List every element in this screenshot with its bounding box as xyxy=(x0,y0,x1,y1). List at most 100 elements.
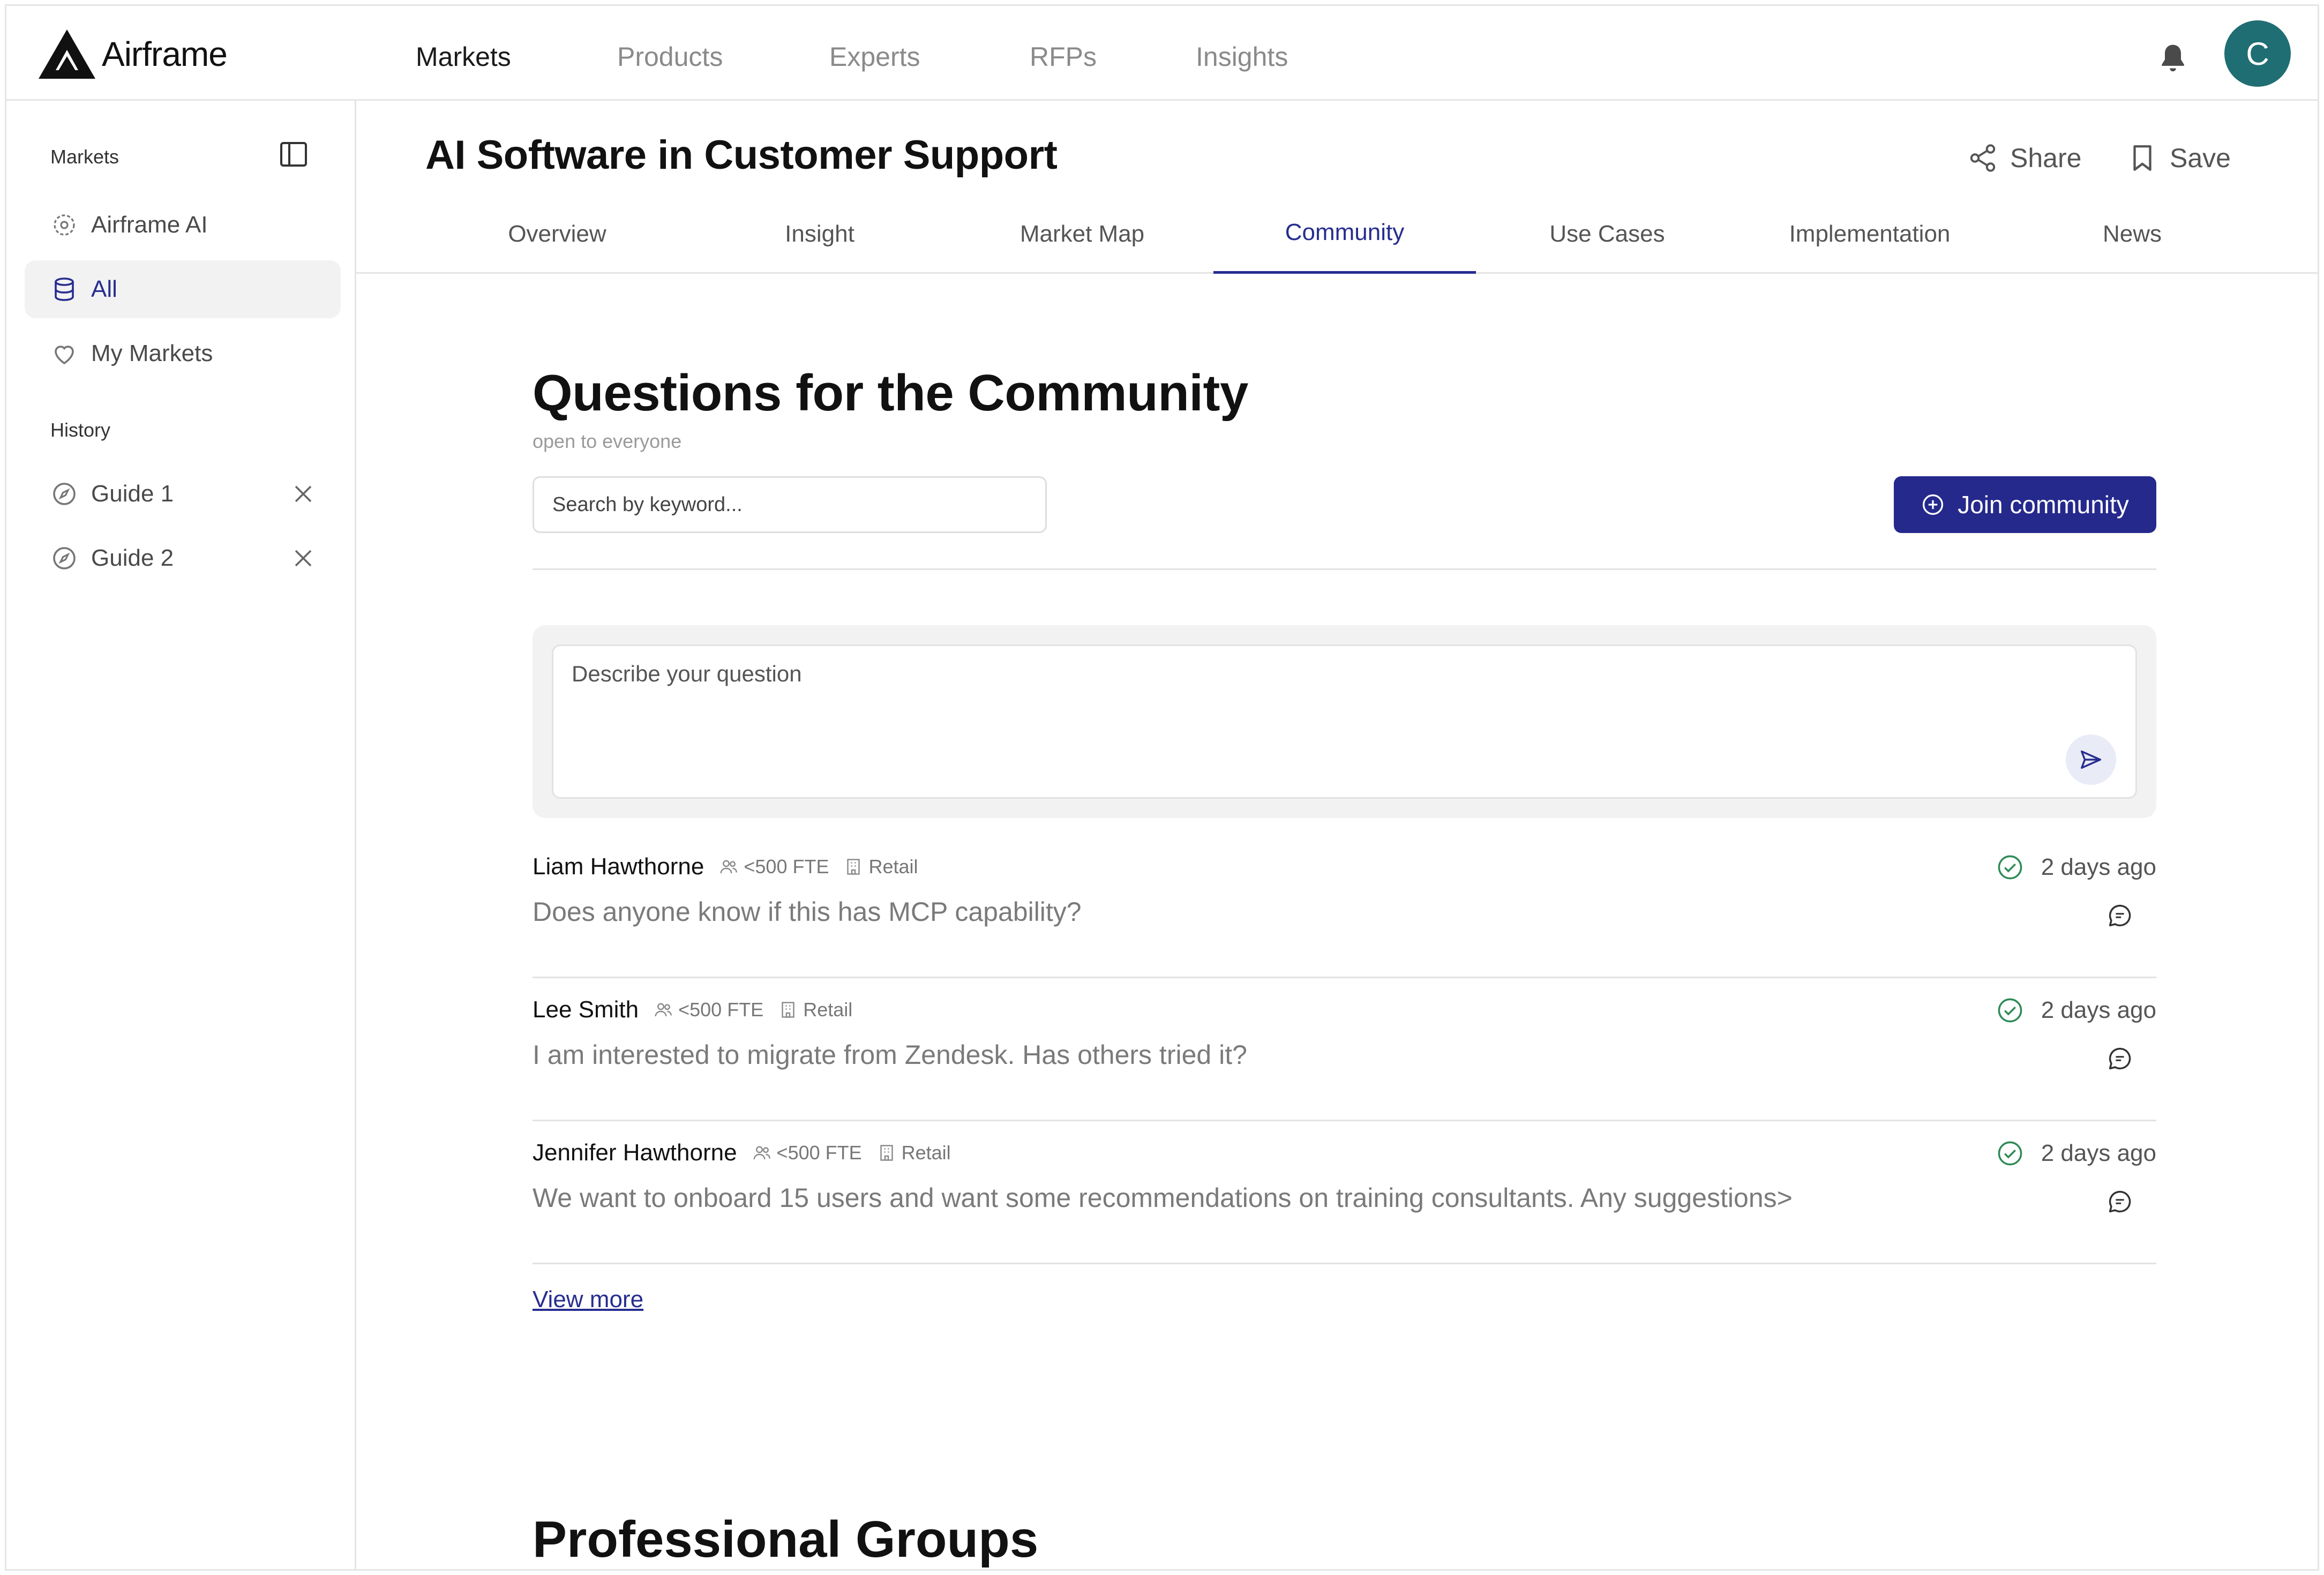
tab-bar: Overview Insight Market Map Community Us… xyxy=(356,199,2318,274)
question-status: 2 days ago xyxy=(1996,853,2156,881)
tab-implementation[interactable]: Implementation xyxy=(1738,199,2001,274)
question-text[interactable]: I am interested to migrate from Zendesk.… xyxy=(533,1039,1247,1070)
company-size-tag: <500 FTE xyxy=(654,999,763,1021)
nav-products[interactable]: Products xyxy=(617,41,723,72)
tab-market-map[interactable]: Market Map xyxy=(951,199,1213,274)
industry-tag: Retail xyxy=(877,1142,951,1164)
share-button[interactable]: Share xyxy=(1967,142,2081,174)
check-circle-icon xyxy=(1998,998,2022,1023)
users-icon xyxy=(720,860,738,874)
company-size-tag: <500 FTE xyxy=(719,856,829,878)
check-circle-icon xyxy=(1998,1141,2022,1166)
question-text[interactable]: Does anyone know if this has MCP capabil… xyxy=(533,896,1082,927)
nav-rfps[interactable]: RFPs xyxy=(1030,41,1097,72)
professional-groups-title: Professional Groups xyxy=(533,1511,1039,1568)
community-title: Questions for the Community xyxy=(533,364,1248,422)
question-row[interactable]: Jennifer Hawthorne <500 FTE Retail 2 day… xyxy=(533,1121,2156,1264)
save-label: Save xyxy=(2170,143,2231,173)
industry: Retail xyxy=(901,1142,951,1164)
nav-insights[interactable]: Insights xyxy=(1196,41,1288,72)
airframe-logo-icon xyxy=(39,29,95,79)
nav-markets[interactable]: Markets xyxy=(416,41,511,72)
question-time: 2 days ago xyxy=(2041,997,2156,1023)
comment-icon[interactable] xyxy=(2106,1045,2134,1072)
plus-circle-icon xyxy=(1923,494,1944,515)
question-row[interactable]: Lee Smith <500 FTE Retail 2 days ago I a… xyxy=(533,978,2156,1121)
industry-tag: Retail xyxy=(778,999,852,1021)
company-size: <500 FTE xyxy=(744,856,829,878)
industry: Retail xyxy=(868,856,918,878)
building-icon xyxy=(782,1002,794,1018)
question-time: 2 days ago xyxy=(2041,1140,2156,1166)
send-button[interactable] xyxy=(2066,734,2116,785)
sidebar-heading-history: History xyxy=(50,419,111,441)
brand-name: Airframe xyxy=(102,35,228,73)
question-meta: Lee Smith <500 FTE Retail xyxy=(533,996,852,1023)
app-window: Airframe Markets Products Experts RFPs I… xyxy=(5,4,2319,1571)
send-icon xyxy=(2081,750,2101,769)
close-icon[interactable] xyxy=(293,548,314,569)
company-size: <500 FTE xyxy=(776,1142,862,1164)
top-bar: Airframe Markets Products Experts RFPs I… xyxy=(6,6,2318,101)
bookmark-icon xyxy=(2133,145,2151,171)
question-status: 2 days ago xyxy=(1996,996,2156,1024)
database-icon xyxy=(55,278,74,301)
community-subtitle: open to everyone xyxy=(533,430,682,452)
view-more-link[interactable]: View more xyxy=(533,1286,643,1313)
sidebar-item-label: My Markets xyxy=(91,340,213,366)
company-size: <500 FTE xyxy=(678,999,764,1021)
sidebar-item-my-markets[interactable]: My Markets xyxy=(25,325,341,382)
share-label: Share xyxy=(2010,143,2082,173)
users-icon xyxy=(753,1146,770,1160)
history-item-label: Guide 2 xyxy=(91,545,174,571)
check-circle-icon xyxy=(1998,855,2022,880)
tab-insight[interactable]: Insight xyxy=(688,199,951,274)
page-title: AI Software in Customer Support xyxy=(425,132,1058,178)
user-avatar[interactable]: C xyxy=(2224,20,2291,87)
question-status: 2 days ago xyxy=(1996,1139,2156,1167)
tab-community[interactable]: Community xyxy=(1213,199,1476,274)
question-meta: Jennifer Hawthorne <500 FTE Retail xyxy=(533,1139,951,1166)
search-input[interactable] xyxy=(533,476,1047,533)
sparkle-circle-icon xyxy=(54,214,75,236)
question-author[interactable]: Lee Smith xyxy=(533,996,639,1023)
tab-news[interactable]: News xyxy=(2001,199,2263,274)
question-author[interactable]: Liam Hawthorne xyxy=(533,853,704,880)
question-row[interactable]: Liam Hawthorne <500 FTE Retail 2 days ag… xyxy=(533,835,2156,978)
compass-icon xyxy=(53,483,76,505)
section-divider xyxy=(533,568,2156,570)
sidebar-item-all[interactable]: All xyxy=(25,260,341,318)
heart-icon xyxy=(55,346,74,365)
bell-icon[interactable] xyxy=(2158,42,2188,74)
join-community-button[interactable]: Join community xyxy=(1894,476,2156,533)
tab-use-cases[interactable]: Use Cases xyxy=(1476,199,1738,274)
brand-logo[interactable]: Airframe xyxy=(38,27,228,81)
save-button[interactable]: Save xyxy=(2127,142,2231,174)
sidebar-item-airframe-ai[interactable]: Airframe AI xyxy=(25,196,341,254)
question-meta: Liam Hawthorne <500 FTE Retail xyxy=(533,853,918,880)
share-icon xyxy=(1970,144,1996,172)
sidebar-heading-markets: Markets xyxy=(50,146,119,168)
building-icon xyxy=(880,1145,893,1161)
history-item-guide-2[interactable]: Guide 2 xyxy=(25,529,341,587)
question-text[interactable]: We want to onboard 15 users and want som… xyxy=(533,1182,1793,1213)
history-item-guide-1[interactable]: Guide 1 xyxy=(25,465,341,523)
nav-experts[interactable]: Experts xyxy=(829,41,920,72)
question-textarea[interactable] xyxy=(552,644,2137,799)
sidebar: Markets Airframe AI All My Markets Histo… xyxy=(6,101,356,1569)
industry: Retail xyxy=(803,999,853,1021)
question-author[interactable]: Jennifer Hawthorne xyxy=(533,1139,737,1166)
tab-overview[interactable]: Overview xyxy=(426,199,688,274)
join-community-label: Join community xyxy=(1958,491,2129,519)
users-icon xyxy=(655,1003,672,1017)
sidebar-item-label: Airframe AI xyxy=(91,212,208,238)
compass-icon xyxy=(53,547,76,569)
industry-tag: Retail xyxy=(844,856,918,878)
close-icon[interactable] xyxy=(293,483,314,505)
comment-icon[interactable] xyxy=(2106,1188,2134,1216)
building-icon xyxy=(847,859,860,875)
sidebar-toggle-icon[interactable] xyxy=(280,141,308,167)
sidebar-item-label: All xyxy=(91,276,117,302)
comment-icon[interactable] xyxy=(2106,902,2134,929)
question-time: 2 days ago xyxy=(2041,854,2156,880)
